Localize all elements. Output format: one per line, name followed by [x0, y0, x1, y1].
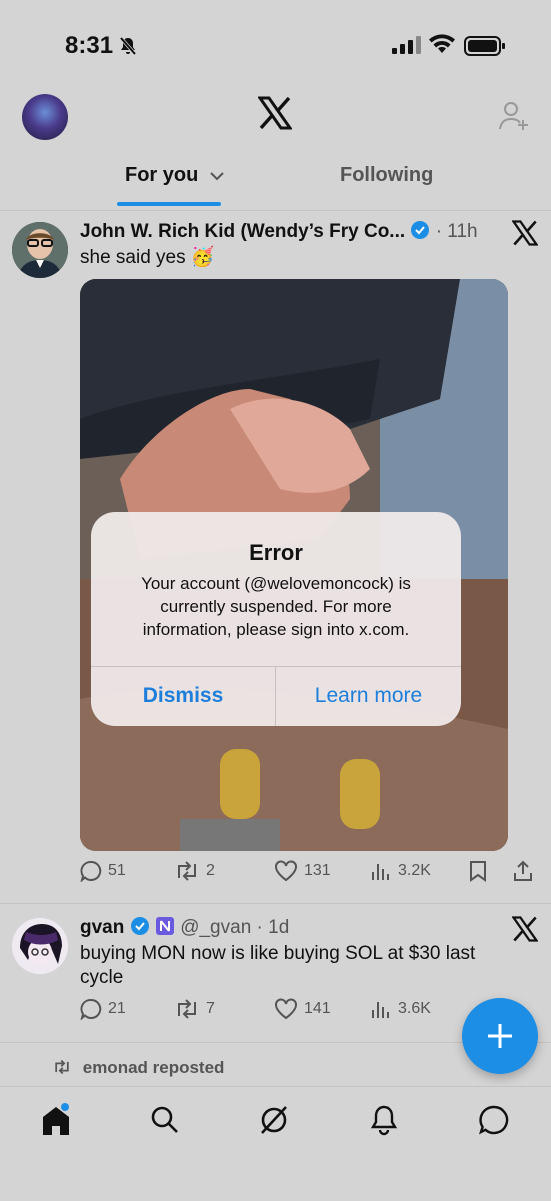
learn-more-button[interactable]: Learn more	[276, 666, 461, 726]
reply-icon	[80, 860, 102, 882]
signal-icon	[392, 36, 421, 54]
post-author-name[interactable]: gvan @_gvan · 1d	[80, 916, 289, 939]
post-author-name[interactable]: John W. Rich Kid (Wendy’s Fry Co... · 11…	[80, 220, 478, 243]
repost-notice: emonad reposted	[52, 1058, 224, 1078]
post-author-avatar[interactable]	[12, 918, 68, 974]
reply-icon	[80, 998, 102, 1020]
repost-count: 7	[206, 1000, 215, 1017]
messages-icon[interactable]	[478, 1104, 510, 1136]
views-button[interactable]: 3.2K	[370, 860, 431, 882]
repost-notice-text: emonad reposted	[82, 1058, 225, 1077]
add-user-icon[interactable]	[498, 100, 530, 132]
reply-count: 21	[108, 1000, 126, 1017]
bookmark-icon[interactable]	[468, 860, 488, 882]
reply-count: 51	[108, 862, 126, 879]
wifi-icon	[429, 34, 455, 53]
affiliate-badge-icon	[155, 917, 174, 935]
status-time: 8:31	[65, 32, 114, 59]
battery-icon	[464, 36, 505, 56]
search-icon[interactable]	[150, 1105, 180, 1135]
verified-badge-icon	[411, 221, 430, 239]
post-text: she said yes 🥳	[80, 247, 215, 268]
tab-following-label: Following	[340, 164, 434, 186]
repost-count: 2	[206, 862, 215, 879]
compose-icon	[488, 1024, 512, 1048]
x-logo-icon[interactable]	[512, 916, 538, 942]
like-icon	[275, 860, 297, 882]
repost-button[interactable]: 2	[174, 860, 215, 882]
dismiss-button[interactable]: Dismiss	[91, 666, 275, 726]
alert-message-line: Your account (@welovemoncock) is	[141, 574, 411, 593]
share-icon[interactable]	[512, 860, 534, 882]
repost-icon	[178, 861, 196, 881]
tab-for-you-label: For you	[125, 164, 199, 186]
post-text-line: cycle	[80, 967, 124, 988]
x-logo-icon[interactable]	[258, 96, 292, 130]
notifications-icon[interactable]	[370, 1104, 398, 1136]
display-name: gvan	[80, 917, 125, 938]
verified-badge-icon	[130, 917, 149, 935]
views-icon	[372, 1002, 389, 1018]
alert-title: Error	[249, 540, 303, 565]
like-button[interactable]: 141	[274, 998, 331, 1020]
like-icon	[275, 998, 297, 1020]
tab-following[interactable]: Following	[340, 164, 433, 187]
reply-button[interactable]: 51	[80, 860, 126, 882]
post-divider	[0, 903, 551, 904]
error-alert-dialog: Error Your account (@welovemoncock) is c…	[91, 512, 461, 726]
post-actions: 51 2 131 3.2K	[80, 860, 540, 890]
views-icon	[372, 864, 389, 880]
like-count: 131	[304, 862, 331, 879]
status-bar: 8:31	[0, 0, 551, 80]
home-icon[interactable]	[40, 1103, 72, 1137]
tab-for-you[interactable]: For you	[125, 164, 224, 187]
reply-button[interactable]: 21	[80, 998, 126, 1020]
bell-slash-icon	[119, 36, 137, 56]
alert-message-line: information, please sign into x.com.	[142, 620, 410, 639]
repost-icon	[178, 999, 196, 1019]
chevron-down-icon	[210, 172, 224, 181]
views-button[interactable]: 3.6K	[370, 998, 431, 1020]
view-count: 3.2K	[398, 862, 431, 879]
repost-button[interactable]: 7	[174, 998, 215, 1020]
like-button[interactable]: 131	[274, 860, 331, 882]
post-timestamp: · 11h	[435, 221, 478, 242]
alert-message-line: currently suspended. For more	[160, 597, 392, 616]
post-text: buying MON now is like buying SOL at $30…	[80, 942, 475, 990]
repost-icon	[55, 1059, 69, 1075]
x-logo-icon[interactable]	[512, 220, 538, 246]
grok-icon[interactable]	[258, 1104, 290, 1136]
author-portrait	[12, 222, 68, 278]
active-tab-indicator	[117, 202, 221, 206]
display-name: John W. Rich Kid (Wendy’s Fry Co...	[80, 221, 406, 242]
post-text-line: buying MON now is like buying SOL at $30…	[80, 943, 476, 964]
post-author-avatar[interactable]	[12, 222, 68, 278]
like-count: 141	[304, 1000, 331, 1017]
bottom-nav	[0, 1086, 551, 1201]
post-handle-timestamp: @_gvan · 1d	[180, 917, 290, 938]
author-portrait	[12, 918, 68, 974]
alert-message: Your account (@welovemoncock) is current…	[111, 572, 441, 641]
profile-avatar-button[interactable]	[22, 94, 68, 140]
compose-button[interactable]	[462, 998, 538, 1074]
view-count: 3.6K	[398, 1000, 431, 1017]
